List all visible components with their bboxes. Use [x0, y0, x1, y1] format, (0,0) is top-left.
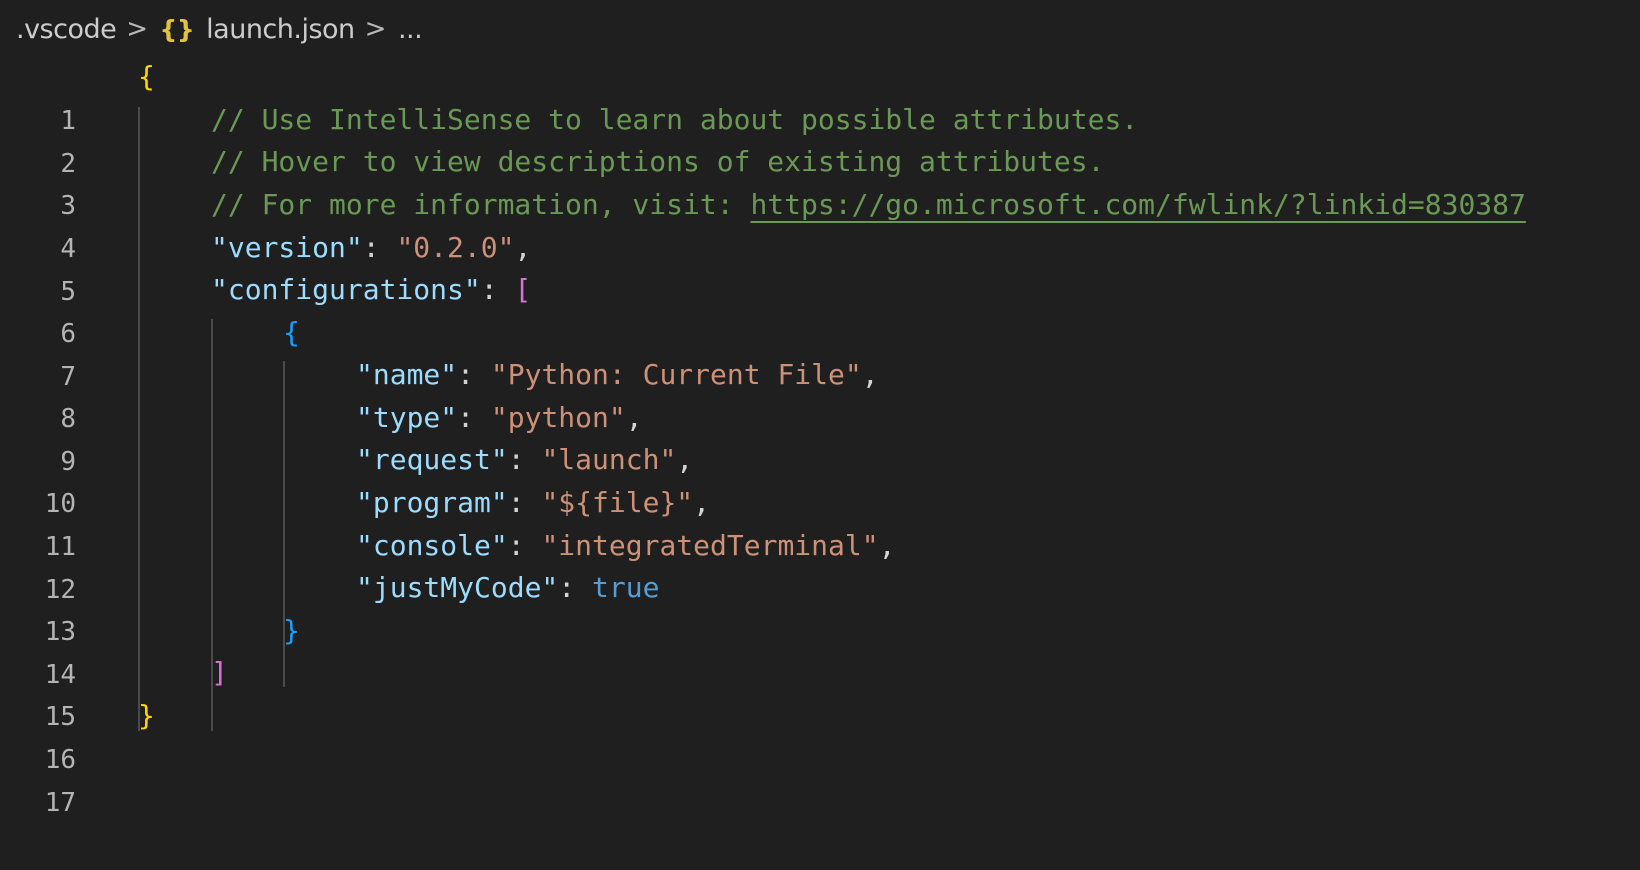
json-key: "configurations": [211, 273, 481, 306]
json-file-icon: {}: [159, 14, 195, 44]
json-key: "type": [356, 401, 458, 434]
comma: ,: [676, 443, 694, 476]
json-string-value: "0.2.0": [396, 231, 515, 264]
code-editor[interactable]: 1 { 2 // Use IntelliSense to learn about…: [0, 55, 1640, 818]
brace: }: [283, 614, 300, 647]
code-line[interactable]: 4 // For more information, visit: https:…: [0, 183, 1640, 264]
comma: ,: [514, 231, 532, 264]
code-text: "configurations": [: [211, 268, 531, 312]
json-key: "version": [211, 231, 363, 264]
json-string-value: "launch": [541, 443, 677, 476]
colon: :: [480, 273, 515, 306]
code-line[interactable]: 15 ]: [0, 651, 1640, 732]
code-line[interactable]: 13 "justMyCode": true: [0, 566, 1640, 647]
code-text: }: [283, 609, 300, 653]
comma: ,: [625, 401, 643, 434]
code-text: "type": "python",: [356, 396, 643, 440]
code-text: "request": "launch",: [356, 438, 693, 482]
code-line[interactable]: 2 // Use IntelliSense to learn about pos…: [0, 98, 1640, 179]
colon: :: [507, 443, 542, 476]
code-text: "justMyCode": true: [356, 566, 659, 610]
comma: ,: [861, 358, 879, 391]
json-boolean-value: true: [592, 571, 660, 604]
colon: :: [457, 401, 491, 434]
code-text: "version": "0.2.0",: [211, 226, 531, 270]
code-line[interactable]: 12 "console": "integratedTerminal",: [0, 524, 1640, 605]
code-line[interactable]: 17: [0, 737, 1640, 818]
code-line[interactable]: 3 // Hover to view descriptions of exist…: [0, 140, 1640, 221]
code-text: // For more information, visit: https://…: [211, 183, 1526, 227]
code-text: ]: [211, 651, 228, 695]
code-line[interactable]: 10 "request": "launch",: [0, 438, 1640, 519]
code-line[interactable]: 11 "program": "${file}",: [0, 481, 1640, 562]
colon: :: [558, 571, 593, 604]
code-line[interactable]: 5 "version": "0.2.0",: [0, 226, 1640, 307]
json-key: "console": [356, 529, 508, 562]
code-line[interactable]: 9 "type": "python",: [0, 396, 1640, 477]
colon: :: [457, 358, 491, 391]
comma: ,: [878, 529, 896, 562]
code-line[interactable]: 8 "name": "Python: Current File",: [0, 353, 1640, 434]
json-string-value: "integratedTerminal": [541, 529, 879, 562]
code-text: // Use IntelliSense to learn about possi…: [211, 98, 1138, 142]
brace: {: [138, 60, 155, 93]
code-text: {: [138, 55, 155, 99]
code-line[interactable]: 14 }: [0, 609, 1640, 690]
comment: // For more information, visit:: [211, 188, 751, 221]
comment: // Use IntelliSense to learn about possi…: [211, 103, 1139, 136]
breadcrumb-more[interactable]: ...: [398, 14, 423, 45]
json-key: "request": [356, 443, 508, 476]
code-line[interactable]: 7 {: [0, 311, 1640, 392]
chevron-right-icon: >: [126, 14, 148, 44]
code-text: {: [283, 311, 300, 355]
brace: {: [283, 316, 300, 349]
json-string-value: "Python: Current File": [490, 358, 862, 391]
code-line[interactable]: 6 "configurations": [: [0, 268, 1640, 349]
breadcrumb-folder[interactable]: .vscode: [16, 14, 117, 45]
brace: }: [138, 699, 155, 732]
json-key: "name": [356, 358, 458, 391]
code-text: // Hover to view descriptions of existin…: [211, 140, 1104, 184]
code-line[interactable]: 1 {: [0, 55, 1640, 136]
code-text: }: [138, 694, 155, 738]
json-string-value: "python": [490, 401, 626, 434]
code-text: "console": "integratedTerminal",: [356, 524, 895, 568]
json-string-value: "${file}": [541, 486, 694, 519]
comma: ,: [693, 486, 711, 519]
breadcrumb: .vscode > {} launch.json > ...: [16, 8, 423, 50]
code-text: "program": "${file}",: [356, 481, 710, 525]
bracket: ]: [211, 656, 228, 689]
json-key: "justMyCode": [356, 571, 559, 604]
comment: // Hover to view descriptions of existin…: [211, 145, 1105, 178]
chevron-right-icon: >: [364, 14, 387, 44]
docs-link[interactable]: https://go.microsoft.com/fwlink/?linkid=…: [750, 188, 1525, 221]
code-text: "name": "Python: Current File",: [356, 353, 879, 397]
colon: :: [507, 486, 542, 519]
breadcrumb-file[interactable]: launch.json: [206, 14, 355, 45]
colon: :: [362, 231, 397, 264]
colon: :: [507, 529, 542, 562]
code-line[interactable]: 16 }: [0, 694, 1640, 775]
bracket: [: [514, 273, 532, 306]
line-number: 17: [44, 788, 76, 818]
json-key: "program": [356, 486, 508, 519]
